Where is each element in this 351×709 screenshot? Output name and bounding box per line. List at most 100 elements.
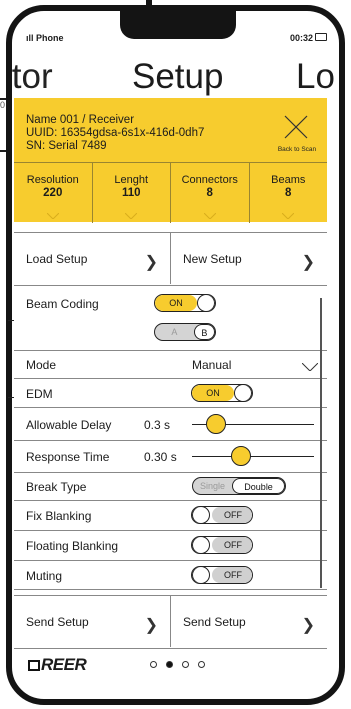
page-title: Setup: [132, 57, 224, 96]
response-time-value: 0.30 s: [144, 450, 177, 464]
toggle-knob: [197, 295, 215, 311]
new-setup-button[interactable]: New Setup ❯: [171, 233, 327, 285]
chevron-down-icon: [282, 213, 295, 219]
mode-value[interactable]: Manual: [192, 358, 231, 372]
response-time-slider[interactable]: [192, 446, 314, 466]
fix-blanking-row: Fix Blanking OFF: [14, 501, 327, 531]
prev-page-title[interactable]: itor: [12, 57, 53, 97]
side-marker: [8, 320, 14, 321]
mode-label: Mode: [26, 358, 57, 372]
stat-label: Lenght: [114, 174, 149, 186]
status-time: 00:32: [289, 33, 313, 43]
divider: [170, 232, 171, 284]
stat-value: 8: [285, 187, 292, 199]
page-dot[interactable]: [182, 661, 189, 668]
send-setup-button-left[interactable]: Send Setup ❯: [14, 596, 170, 648]
stat-resolution[interactable]: Resolution 220: [14, 163, 93, 223]
back-to-scan-label: Back to Scan: [277, 146, 317, 153]
option-double[interactable]: Double: [232, 478, 285, 494]
fix-blanking-label: Fix Blanking: [26, 509, 92, 523]
muting-label: Muting: [26, 569, 63, 583]
divider: [170, 595, 171, 647]
edm-toggle[interactable]: ON: [191, 384, 253, 402]
muting-toggle[interactable]: OFF: [191, 566, 253, 584]
toggle-knob: [192, 567, 210, 583]
back-to-scan-button[interactable]: Back to Scan: [267, 112, 327, 158]
allowable-delay-label: Allowable Delay: [26, 418, 112, 432]
load-setup-button[interactable]: Load Setup ❯: [14, 233, 170, 285]
chevron-right-icon: ❯: [301, 617, 315, 634]
break-type-row: Break Type Single Double: [14, 473, 327, 501]
option-a[interactable]: A: [155, 324, 194, 340]
battery-icon: [315, 33, 327, 41]
beam-coding-toggle[interactable]: ON: [154, 294, 216, 312]
beam-coding-label: Beam Coding: [26, 297, 99, 311]
load-setup-label: Load Setup: [26, 252, 88, 266]
send-setup-button-right[interactable]: Send Setup ❯: [171, 596, 327, 648]
send-setup-label: Send Setup: [26, 615, 89, 629]
device-info-card: Name 001 / Receiver UUID: 16354gdsa-6s1x…: [14, 98, 327, 223]
slider-track: [192, 456, 314, 457]
scrollbar[interactable]: [320, 298, 322, 588]
side-marker: [8, 397, 14, 398]
new-setup-label: New Setup: [183, 252, 242, 266]
floating-blanking-label: Floating Blanking: [26, 539, 119, 553]
stat-value: 8: [206, 187, 213, 199]
phone-cable: [146, 0, 152, 12]
reer-logo: REER: [28, 655, 87, 675]
floating-blanking-row: Floating Blanking OFF: [14, 531, 327, 561]
response-time-label: Response Time: [26, 450, 110, 464]
device-uuid: UUID: 16354gdsa-6s1x-416d-0dh7: [26, 127, 205, 139]
chevron-down-icon: [203, 213, 216, 219]
response-time-row: Response Time 0.30 s: [14, 441, 327, 473]
fix-blanking-toggle[interactable]: OFF: [191, 506, 253, 524]
chevron-right-icon: ❯: [144, 254, 158, 271]
allowable-delay-row: Allowable Delay 0.3 s: [14, 408, 327, 441]
logo-mark-icon: [28, 660, 40, 671]
mode-row[interactable]: Mode Manual: [14, 351, 327, 379]
status-carrier: ıll Phone: [26, 33, 64, 43]
toggle-off-label: OFF: [212, 507, 252, 523]
send-setup-label: Send Setup: [183, 615, 246, 629]
slider-handle[interactable]: [206, 414, 226, 434]
edm-row: EDM ON: [14, 379, 327, 408]
close-icon: [284, 115, 308, 139]
page-indicator[interactable]: [150, 661, 205, 668]
stat-value: 110: [121, 187, 141, 199]
beam-coding-selector[interactable]: A B: [154, 323, 216, 341]
chevron-down-icon: [125, 213, 138, 219]
chevron-down-icon: [302, 363, 318, 371]
page-dot[interactable]: [166, 661, 173, 668]
toggle-knob: [192, 537, 210, 553]
phone-notch: [120, 11, 236, 39]
stat-value: 220: [43, 187, 63, 199]
toggle-knob: [192, 507, 210, 523]
stat-label: Resolution: [26, 174, 79, 186]
toggle-off-label: OFF: [212, 537, 252, 553]
signal-icon: ıll: [26, 33, 34, 43]
page-dot[interactable]: [198, 661, 205, 668]
toggle-off-label: OFF: [212, 567, 252, 583]
allowable-delay-slider[interactable]: [192, 414, 314, 434]
slider-handle[interactable]: [231, 446, 251, 466]
beam-coding-row: Beam Coding ON A B: [14, 285, 327, 351]
chevron-right-icon: ❯: [144, 617, 158, 634]
toggle-knob: [234, 385, 252, 401]
option-b[interactable]: B: [193, 324, 215, 340]
stat-beams[interactable]: Beams 8: [250, 163, 328, 223]
edm-label: EDM: [26, 387, 53, 401]
next-page-title[interactable]: Lo: [296, 57, 335, 97]
chevron-down-icon: [46, 213, 59, 219]
page-dot[interactable]: [150, 661, 157, 668]
option-single[interactable]: Single: [193, 478, 232, 494]
toggle-on-label: ON: [155, 295, 197, 311]
break-type-selector[interactable]: Single Double: [192, 477, 286, 495]
break-type-label: Break Type: [26, 480, 87, 494]
footer: REER: [14, 655, 327, 685]
floating-blanking-toggle[interactable]: OFF: [191, 536, 253, 554]
stat-length[interactable]: Lenght 110: [93, 163, 171, 223]
device-stats: Resolution 220 Lenght 110 Connectors 8 B…: [14, 162, 327, 223]
device-name: Name 001 / Receiver: [26, 114, 135, 126]
stat-connectors[interactable]: Connectors 8: [171, 163, 250, 223]
toggle-on-label: ON: [192, 385, 234, 401]
